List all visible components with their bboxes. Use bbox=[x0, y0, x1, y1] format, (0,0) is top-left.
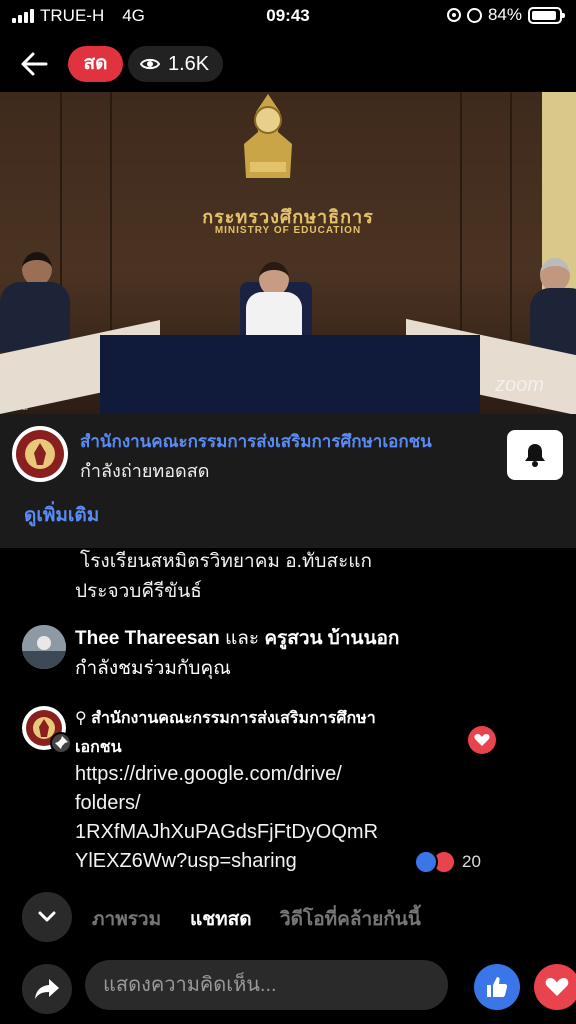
center-table bbox=[100, 335, 480, 414]
thumbs-up-icon bbox=[487, 977, 508, 997]
see-more-link[interactable]: ดูเพิ่มเติม bbox=[24, 500, 99, 530]
viewer-count: 1.6K bbox=[168, 52, 210, 75]
battery-percent: 84% bbox=[487, 5, 522, 24]
pin-marker-icon: ⚲ bbox=[75, 710, 92, 727]
comment-bar bbox=[0, 958, 576, 1018]
share-button[interactable] bbox=[22, 964, 72, 1014]
ministry-english-sign: MINISTRY OF EDUCATION bbox=[214, 225, 362, 236]
love-reaction-button[interactable] bbox=[468, 726, 496, 754]
chat-message-line: โรงเรียนสหมิตรวิทยาคม อ.ทับสะแก bbox=[80, 551, 373, 572]
chat-message-line: ประจวบคีรีขันธ์ bbox=[75, 581, 202, 602]
zoom-watermark: zoom bbox=[495, 374, 544, 396]
live-top-bar: สด 1.6K bbox=[0, 44, 576, 84]
chevron-down-icon bbox=[38, 911, 56, 922]
pin-icon bbox=[50, 732, 72, 754]
viewer-count-badge: 1.6K bbox=[128, 46, 224, 82]
orientation-lock-icon bbox=[446, 8, 461, 22]
page-name[interactable]: สำนักงานคณะกรรมการส่งเสริมการศึกษาเอกชน bbox=[80, 428, 432, 455]
viewer-avatar-icon bbox=[22, 625, 66, 669]
alarm-icon bbox=[466, 7, 482, 23]
link-line: https://drive.google.com/drive/ bbox=[75, 763, 342, 785]
page-logo-icon bbox=[16, 430, 64, 478]
comment-link[interactable]: https://drive.google.com/drive/ folders/… bbox=[75, 760, 415, 876]
author-line: เอกชน bbox=[75, 739, 122, 756]
live-chat: โรงเรียนสหมิตรวิทยาคม อ.ทับสะแก ประจวบคี… bbox=[0, 548, 576, 888]
like-button[interactable] bbox=[474, 964, 520, 1010]
heart-icon bbox=[545, 978, 569, 996]
page-info-card: สำนักงานคณะกรรมการส่งเสริมการศึกษาเอกชน … bbox=[0, 414, 576, 548]
live-status-text: กำลังถ่ายทอดสด bbox=[80, 461, 210, 481]
ministry-emblem bbox=[244, 94, 292, 178]
comment-author[interactable]: ⚲ สำนักงานคณะกรรมการส่งเสริมการศึกษา เอก… bbox=[75, 704, 415, 762]
connector-text: และ bbox=[224, 628, 260, 649]
share-arrow-icon bbox=[35, 979, 59, 999]
watching-suffix: กำลังชมร่วมกับคุณ bbox=[75, 658, 231, 679]
status-icons: 84% bbox=[446, 5, 565, 25]
reaction-count: 20 bbox=[462, 852, 481, 871]
heart-icon bbox=[474, 734, 490, 746]
bell-icon bbox=[525, 444, 545, 467]
tab-live-chat[interactable]: แชทสด bbox=[190, 904, 252, 934]
comment-input[interactable] bbox=[85, 960, 448, 1010]
tab-similar-videos[interactable]: วิดีโอที่คล้ายกันนี้ bbox=[280, 904, 421, 934]
viewer-name[interactable]: Thee Thareesan bbox=[75, 628, 220, 649]
back-arrow-icon bbox=[21, 52, 48, 76]
tab-overview[interactable]: ภาพรวม bbox=[92, 904, 161, 934]
chat-message: โรงเรียนสหมิตรวิทยาคม อ.ทับสะแก ประจวบคี… bbox=[75, 547, 435, 607]
eye-icon bbox=[140, 58, 160, 70]
collapse-button[interactable] bbox=[22, 892, 72, 942]
link-line: 1RXfMAJhXuPAGdsFjFtDyOQmR bbox=[75, 821, 379, 843]
status-bar: TRUE-H 4G 09:43 84% bbox=[0, 0, 576, 32]
notification-bell-button[interactable] bbox=[507, 430, 563, 480]
author-line: สำนักงานคณะกรรมการส่งเสริมการศึกษา bbox=[91, 710, 376, 727]
live-badge: สด bbox=[68, 46, 123, 82]
live-video[interactable]: กระทรวงศึกษาธิการ MINISTRY OF EDUCATION … bbox=[0, 92, 576, 414]
reaction-summary[interactable]: 20 bbox=[414, 850, 481, 874]
viewer-name[interactable]: ครูสวน บ้านนอก bbox=[264, 628, 399, 649]
back-button[interactable] bbox=[18, 48, 50, 80]
control-label: Control bbox=[2, 403, 28, 412]
watching-text: Thee Thareesan และ ครูสวน บ้านนอก กำลังช… bbox=[75, 624, 435, 684]
page-avatar[interactable] bbox=[12, 426, 68, 482]
viewer-avatar[interactable] bbox=[22, 625, 66, 669]
battery-icon bbox=[528, 6, 565, 24]
commenter-avatar[interactable] bbox=[22, 706, 72, 754]
pinned-comment: ⚲ สำนักงานคณะกรรมการส่งเสริมการศึกษา เอก… bbox=[22, 704, 552, 884]
like-reaction-icon bbox=[414, 850, 438, 874]
watching-together-notice: Thee Thareesan และ ครูสวน บ้านนอก กำลังช… bbox=[22, 620, 542, 690]
bottom-tabs: ภาพรวม แชทสด วิดีโอที่คล้ายกันนี้ bbox=[0, 892, 576, 942]
link-line: folders/ bbox=[75, 792, 141, 814]
love-button[interactable] bbox=[534, 964, 576, 1010]
link-line: YlEXZ6Ww?usp=sharing bbox=[75, 850, 297, 872]
